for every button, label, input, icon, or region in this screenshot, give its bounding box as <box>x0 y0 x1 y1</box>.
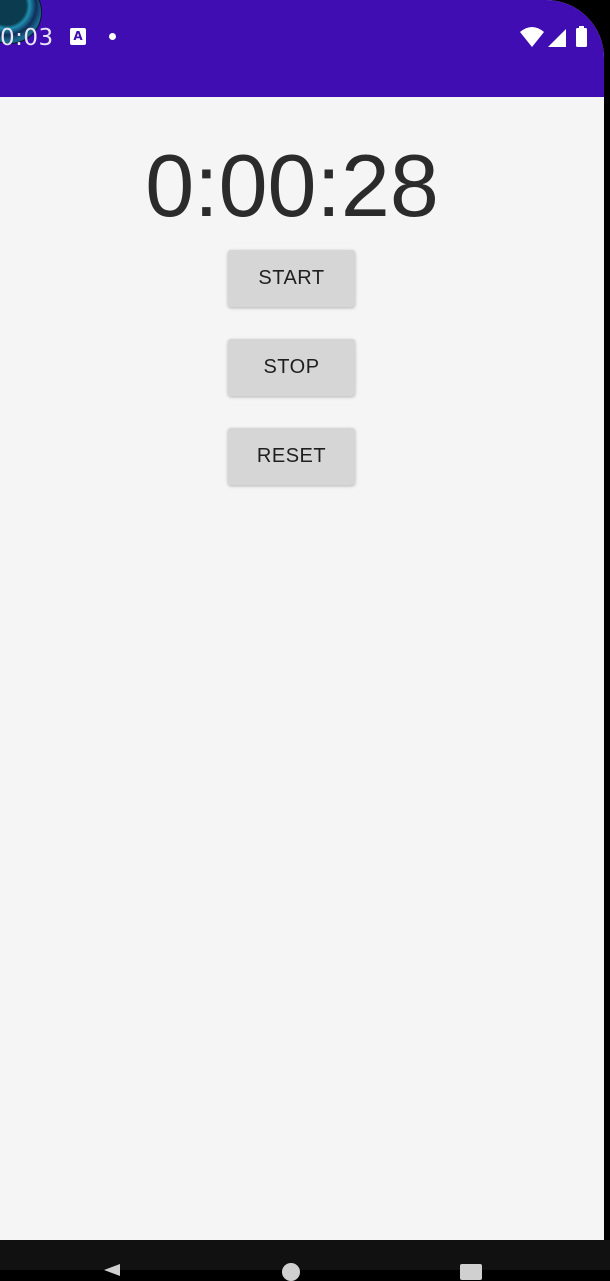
status-bar: 0:03 <box>0 0 604 97</box>
reset-button[interactable]: RESET <box>228 428 355 485</box>
back-icon[interactable] <box>104 1264 120 1276</box>
status-time: 0:03 <box>0 25 54 51</box>
stopwatch-display: 0:00:28 <box>145 136 439 235</box>
recents-icon[interactable] <box>460 1264 482 1280</box>
start-button[interactable]: START <box>228 250 355 307</box>
notification-dot-icon <box>109 33 116 40</box>
signal-icon <box>548 29 566 47</box>
home-icon[interactable] <box>282 1263 300 1281</box>
status-icons <box>520 26 592 48</box>
stop-button[interactable]: STOP <box>228 339 355 396</box>
wifi-icon <box>520 27 544 47</box>
text-a-icon <box>70 28 86 45</box>
battery-icon <box>576 26 587 47</box>
phone-screen: 0:03 0:00:28 START STOP RESET <box>0 0 604 1240</box>
navigation-bar <box>0 1240 610 1270</box>
